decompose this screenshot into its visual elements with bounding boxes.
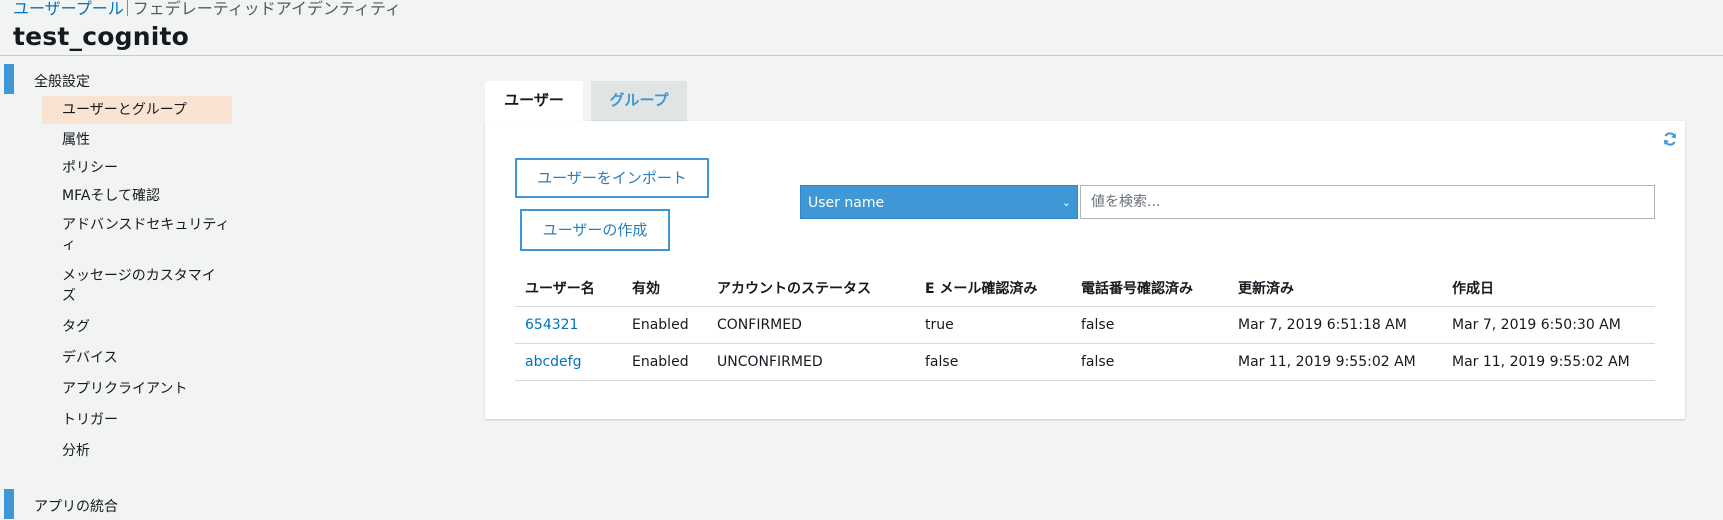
section-marker xyxy=(4,489,14,519)
page-header: ユーザープール フェデレーティッドアイデンティティ test_cognito xyxy=(0,0,1723,56)
sidebar-item-advanced-security[interactable]: アドバンスドセキュリティ ィ xyxy=(42,211,232,259)
breadcrumb-divider xyxy=(126,0,128,16)
chevron-down-icon: ⌄ xyxy=(1061,196,1071,209)
table-cell: Mar 11, 2019 9:55:02 AM xyxy=(1228,343,1442,381)
table-row: 654321 Enabled CONFIRMED true false Mar … xyxy=(515,306,1655,344)
sidebar-item-policies[interactable]: ポリシー xyxy=(42,154,232,182)
users-table: ユーザー名 有効 アカウントのステータス E メール確認済み 電話番号確認済み … xyxy=(515,270,1655,381)
table-row: abcdefg Enabled UNCONFIRMED false false … xyxy=(515,343,1655,381)
username-link[interactable]: 654321 xyxy=(515,306,622,344)
column-header-email-verified[interactable]: E メール確認済み xyxy=(915,270,1071,307)
column-header-username[interactable]: ユーザー名 xyxy=(515,270,622,307)
table-cell: false xyxy=(915,343,1071,381)
sidebar-item-mfa-and-verification[interactable]: MFAそして確認 xyxy=(42,182,232,210)
table-cell: true xyxy=(915,306,1071,344)
table-cell: Mar 11, 2019 9:55:02 AM xyxy=(1442,343,1655,381)
sidebar-item-devices[interactable]: デバイス xyxy=(42,344,232,372)
table-cell: Enabled xyxy=(622,306,707,344)
tab-groups[interactable]: グループ xyxy=(591,81,687,121)
import-users-button[interactable]: ユーザーをインポート xyxy=(515,158,709,198)
column-header-created[interactable]: 作成日 xyxy=(1442,270,1655,307)
users-panel: ユーザーをインポート ユーザーの作成 User name ⌄ ユーザー名 有効 … xyxy=(485,121,1685,419)
column-header-updated[interactable]: 更新済み xyxy=(1228,270,1442,307)
table-cell: false xyxy=(1071,306,1228,344)
sidebar-section-label: アプリの統合 xyxy=(34,499,118,515)
sidebar-item-attributes[interactable]: 属性 xyxy=(42,126,232,154)
sidebar-item-app-clients[interactable]: アプリクライアント xyxy=(42,375,232,403)
search-attribute-select[interactable]: User name ⌄ xyxy=(800,185,1078,219)
sidebar-item-tags[interactable]: タグ xyxy=(42,313,232,341)
section-marker xyxy=(4,64,14,94)
table-cell: false xyxy=(1071,343,1228,381)
table-cell: UNCONFIRMED xyxy=(707,343,915,381)
username-link[interactable]: abcdefg xyxy=(515,343,622,381)
column-header-phone-verified[interactable]: 電話番号確認済み xyxy=(1071,270,1228,307)
create-user-button[interactable]: ユーザーの作成 xyxy=(520,209,670,251)
tab-users[interactable]: ユーザー xyxy=(485,81,583,121)
select-value: User name xyxy=(808,195,885,211)
sidebar-section-app-integration[interactable]: アプリの統合 xyxy=(0,489,240,519)
table-cell: CONFIRMED xyxy=(707,306,915,344)
column-header-account-status[interactable]: アカウントのステータス xyxy=(707,270,915,307)
search-input[interactable] xyxy=(1080,185,1655,219)
breadcrumb-user-pool-link[interactable]: ユーザープール xyxy=(13,0,124,18)
sidebar-section-general-settings[interactable]: 全般設定 xyxy=(0,64,240,94)
table-cell: Mar 7, 2019 6:51:18 AM xyxy=(1228,306,1442,344)
table-cell: Enabled xyxy=(622,343,707,381)
sidebar-item-analytics[interactable]: 分析 xyxy=(42,437,232,465)
sidebar-item-triggers[interactable]: トリガー xyxy=(42,406,232,434)
sidebar-section-label: 全般設定 xyxy=(34,74,90,90)
column-header-enabled[interactable]: 有効 xyxy=(622,270,707,307)
sidebar: 全般設定 ユーザーとグループ 属性 ポリシー MFAそして確認 アドバンスドセキ… xyxy=(0,57,250,520)
table-header-row: ユーザー名 有効 アカウントのステータス E メール確認済み 電話番号確認済み … xyxy=(515,270,1655,307)
sidebar-item-message-customizations[interactable]: メッセージのカスタマイ ズ xyxy=(42,262,232,310)
page-title: test_cognito xyxy=(13,22,190,51)
breadcrumb-federated-identity-link[interactable]: フェデレーティッドアイデンティティ xyxy=(133,0,401,18)
sidebar-item-users-and-groups[interactable]: ユーザーとグループ xyxy=(42,96,232,124)
breadcrumb: ユーザープール フェデレーティッドアイデンティティ xyxy=(13,0,401,18)
table-cell: Mar 7, 2019 6:50:30 AM xyxy=(1442,306,1655,344)
refresh-icon[interactable] xyxy=(1662,131,1678,147)
